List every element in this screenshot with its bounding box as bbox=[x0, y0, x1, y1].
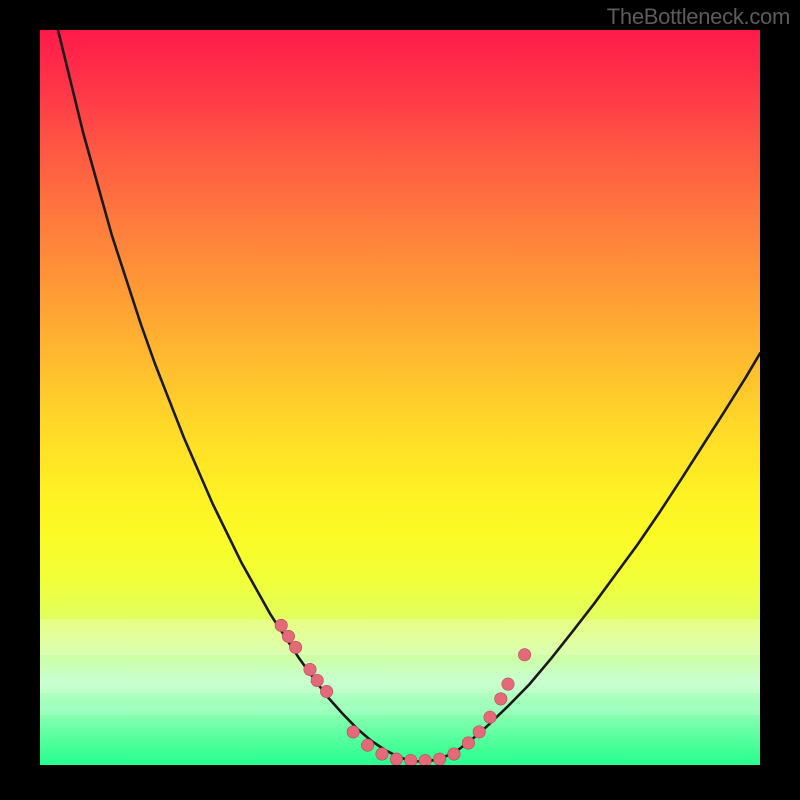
watermark-text: TheBottleneck.com bbox=[607, 4, 790, 30]
data-marker bbox=[502, 678, 514, 690]
data-marker bbox=[311, 674, 323, 686]
data-marker bbox=[361, 739, 373, 751]
plot-area bbox=[40, 30, 760, 765]
chart-svg bbox=[40, 30, 760, 765]
chart-frame: TheBottleneck.com bbox=[0, 0, 800, 800]
data-marker bbox=[448, 748, 460, 760]
data-marker bbox=[275, 619, 287, 631]
data-marker bbox=[462, 737, 474, 749]
data-marker bbox=[304, 663, 316, 675]
data-marker bbox=[405, 754, 417, 765]
data-marker bbox=[473, 726, 485, 738]
bottleneck-curve bbox=[40, 30, 760, 761]
data-marker bbox=[484, 711, 496, 723]
data-marker bbox=[320, 685, 332, 697]
data-marker bbox=[419, 754, 431, 765]
data-marker bbox=[433, 753, 445, 765]
data-marker bbox=[518, 649, 530, 661]
data-marker bbox=[376, 748, 388, 760]
data-marker bbox=[289, 641, 301, 653]
data-marker bbox=[282, 630, 294, 642]
data-marker bbox=[390, 753, 402, 765]
marker-group bbox=[275, 619, 531, 765]
data-marker bbox=[495, 693, 507, 705]
data-marker bbox=[347, 726, 359, 738]
